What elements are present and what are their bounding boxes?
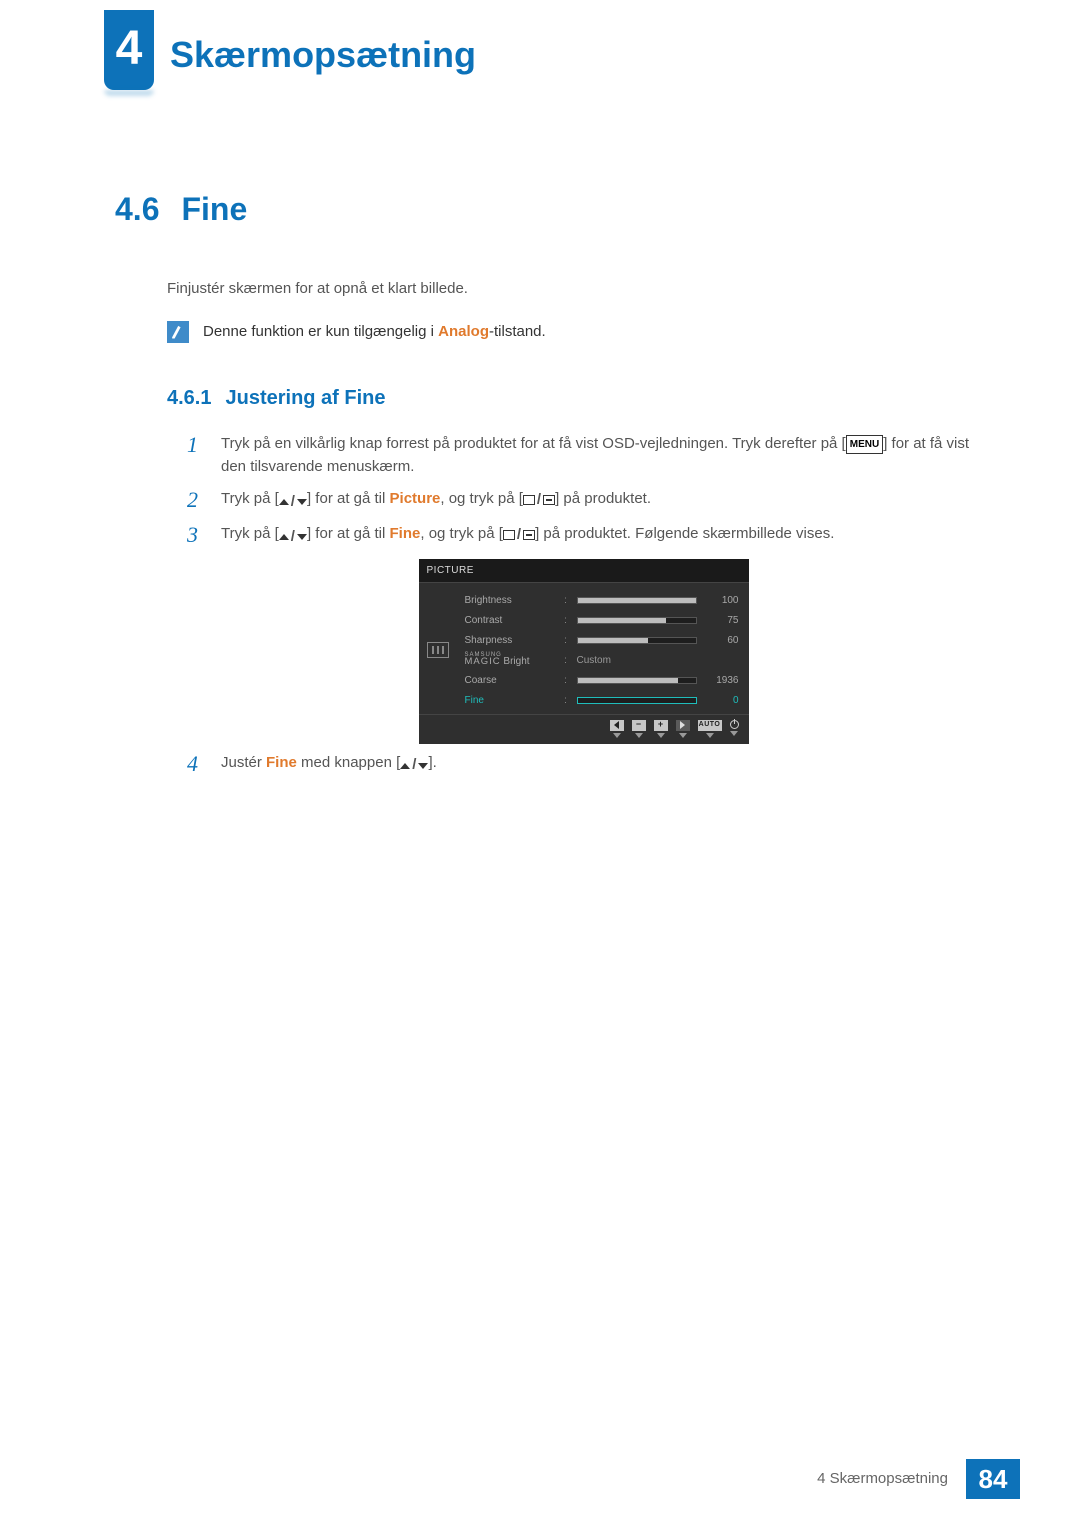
osd-row-value: 60 xyxy=(703,633,739,648)
osd-plus-icon: + xyxy=(654,720,668,738)
osd-power-icon xyxy=(730,720,739,738)
up-down-icon: / xyxy=(279,526,307,549)
step-1: 1 Tryk på en vilkårlig knap forrest på p… xyxy=(187,433,980,478)
note-highlight: Analog xyxy=(438,323,489,340)
enter-icon: / xyxy=(523,489,555,512)
osd-row-label: Brightness xyxy=(465,593,555,608)
osd-bottom-bar: − + AUTO xyxy=(419,714,749,738)
step-highlight: Fine xyxy=(266,754,297,771)
step-body: Justér Fine med knappen [/]. xyxy=(221,752,980,777)
steps-list-cont: 4 Justér Fine med knappen [/]. xyxy=(187,752,980,777)
section-number: 4.6 xyxy=(115,185,159,233)
note-text: Denne funktion er kun tilgængelig i Anal… xyxy=(203,321,546,344)
up-down-icon: / xyxy=(400,754,428,777)
osd-play-icon xyxy=(676,720,690,738)
osd-bar xyxy=(577,637,697,644)
osd-bar xyxy=(577,677,697,684)
page-number: 84 xyxy=(966,1459,1020,1499)
osd-bar xyxy=(577,597,697,604)
footer-text: 4 Skærmopsætning xyxy=(817,1468,948,1491)
page-footer: 4 Skærmopsætning 84 xyxy=(817,1459,1020,1499)
steps-list: 1 Tryk på en vilkårlig knap forrest på p… xyxy=(187,433,980,549)
osd-row-value: 75 xyxy=(703,613,739,628)
osd-bar xyxy=(577,617,697,624)
step-body: Tryk på en vilkårlig knap forrest på pro… xyxy=(221,433,980,478)
osd-row-value: 100 xyxy=(703,593,739,608)
page-header: 4 Skærmopsætning xyxy=(0,0,1080,115)
osd-row-label: Sharpness xyxy=(465,633,555,648)
osd-back-icon xyxy=(610,720,624,738)
subsection-heading: 4.6.1 Justering af Fine xyxy=(167,383,980,413)
step-body: Tryk på [/] for at gå til Fine, og tryk … xyxy=(221,523,980,548)
enter-icon: / xyxy=(503,524,535,547)
step-number: 2 xyxy=(187,488,205,513)
osd-row-label: Coarse xyxy=(465,673,555,688)
section-title: Fine xyxy=(181,185,247,233)
osd-row-label: SAMSUNG MAGIC Bright xyxy=(465,653,555,667)
osd-row-label: Contrast xyxy=(465,613,555,628)
step-number: 1 xyxy=(187,433,205,478)
osd-row-value: 1936 xyxy=(703,673,739,688)
osd-row-label-selected: Fine xyxy=(465,693,555,708)
step-3: 3 Tryk på [/] for at gå til Fine, og try… xyxy=(187,523,980,548)
osd-category-icon xyxy=(425,642,459,658)
osd-title: PICTURE xyxy=(419,559,749,583)
step-4: 4 Justér Fine med knappen [/]. xyxy=(187,752,980,777)
section-body: 4.6 Fine Finjustér skærmen for at opnå e… xyxy=(0,115,1080,777)
note-pre: Denne funktion er kun tilgængelig i xyxy=(203,323,438,340)
osd-minus-icon: − xyxy=(632,720,646,738)
step-highlight: Picture xyxy=(390,490,441,507)
step-body: Tryk på [/] for at gå til Picture, og tr… xyxy=(221,488,980,513)
note-post: -tilstand. xyxy=(489,323,546,340)
chapter-number-tab: 4 xyxy=(104,10,154,90)
subsection-number: 4.6.1 xyxy=(167,383,211,413)
note-icon xyxy=(167,321,189,343)
step-number: 4 xyxy=(187,752,205,777)
subsection-title: Justering af Fine xyxy=(225,383,385,413)
menu-label-icon: MENU xyxy=(846,435,883,454)
osd-row-text: Custom xyxy=(577,653,697,668)
osd-bar-selected xyxy=(577,697,697,704)
up-down-icon: / xyxy=(279,491,307,514)
osd-row-value: 0 xyxy=(703,693,739,708)
chapter-title: Skærmopsætning xyxy=(170,28,1080,82)
step-number: 3 xyxy=(187,523,205,548)
section-heading: 4.6 Fine xyxy=(115,185,980,233)
osd-auto-icon: AUTO xyxy=(698,720,722,738)
note-row: Denne funktion er kun tilgængelig i Anal… xyxy=(167,321,980,344)
section-intro: Finjustér skærmen for at opnå et klart b… xyxy=(167,278,980,301)
step-2: 2 Tryk på [/] for at gå til Picture, og … xyxy=(187,488,980,513)
step-highlight: Fine xyxy=(390,525,421,542)
osd-screenshot: PICTURE Brightness : 100 Contrast : 75 S… xyxy=(187,559,980,744)
